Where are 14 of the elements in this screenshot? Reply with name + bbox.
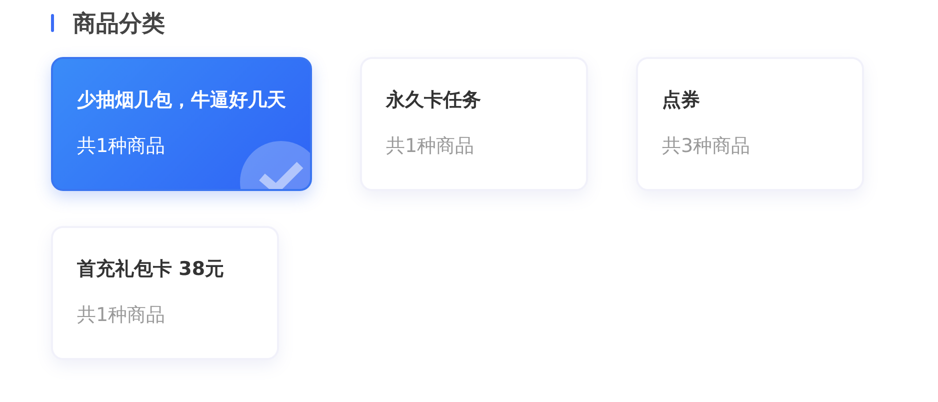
- section-title: 商品分类: [73, 10, 165, 38]
- accent-bar: [51, 14, 54, 32]
- category-name: 点券: [662, 88, 700, 113]
- item-count: 共1种商品: [77, 303, 166, 328]
- category-name: 首充礼包卡 38元: [77, 257, 224, 282]
- category-card[interactable]: 永久卡任务 共1种商品: [360, 57, 588, 191]
- item-count: 共1种商品: [77, 134, 166, 159]
- item-count: 共3种商品: [662, 134, 750, 159]
- category-name: 少抽烟几包，牛逼好几天: [77, 88, 286, 113]
- category-name: 永久卡任务: [386, 88, 481, 113]
- item-count: 共1种商品: [386, 134, 474, 159]
- category-card[interactable]: 点券 共3种商品: [636, 57, 864, 191]
- category-card[interactable]: 首充礼包卡 38元 共1种商品: [51, 226, 279, 360]
- category-card[interactable]: 少抽烟几包，牛逼好几天 共1种商品: [51, 57, 312, 191]
